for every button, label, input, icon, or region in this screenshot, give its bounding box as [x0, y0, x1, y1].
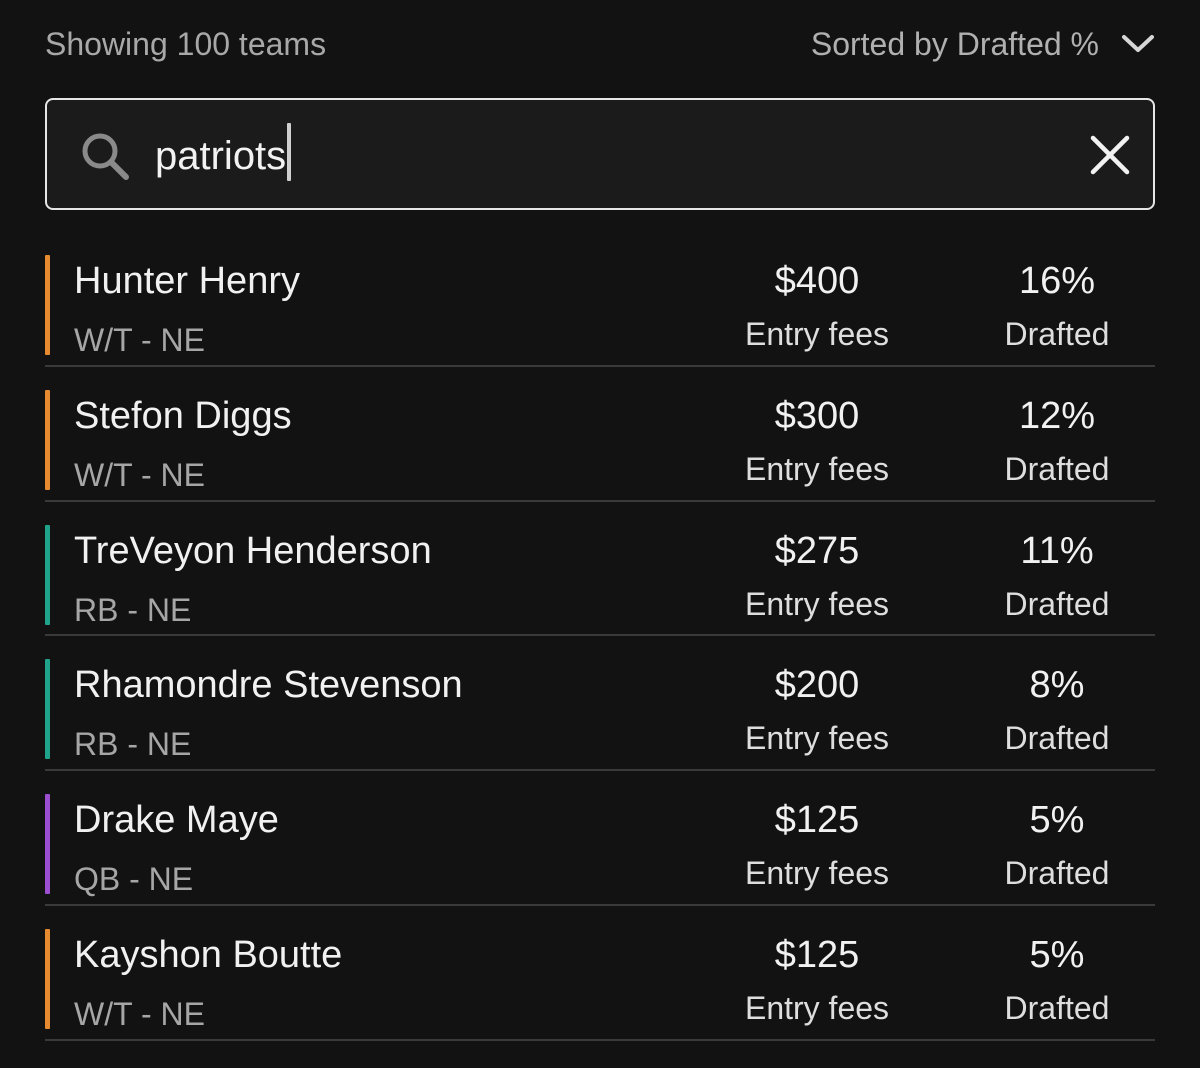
player-name: Drake Maye: [74, 799, 279, 842]
drafted-percent-label: Drafted: [1004, 720, 1110, 757]
position-color-bar: [45, 794, 50, 895]
results-header: Showing 100 teams Sorted by Drafted %: [45, 22, 1155, 66]
drafted-percent-value: 5%: [1029, 799, 1085, 842]
position-color-bar: [45, 255, 50, 355]
entry-fee-label: Entry fees: [744, 989, 890, 1026]
player-position-team: RB - NE: [74, 591, 192, 628]
clear-search-icon[interactable]: [1089, 134, 1131, 176]
player-row[interactable]: Hunter Henry W/T - NE $400 Entry fees 16…: [45, 232, 1155, 367]
drafted-percent-label: Drafted: [1004, 585, 1110, 622]
drafted-percent-label: Drafted: [1004, 316, 1110, 352]
drafted-percent-value: 12%: [1018, 394, 1096, 437]
player-row[interactable]: TreVeyon Henderson RB - NE $275 Entry fe…: [45, 502, 1155, 637]
entry-fee-value: $200: [774, 664, 860, 707]
player-position-team: W/T - NE: [74, 995, 205, 1032]
player-row[interactable]: Stefon Diggs W/T - NE $300 Entry fees 12…: [45, 367, 1155, 502]
player-row[interactable]: Kayshon Boutte W/T - NE $125 Entry fees …: [45, 906, 1155, 1041]
entry-fee-label: Entry fees: [744, 450, 890, 487]
drafted-percent-value: 11%: [1020, 529, 1094, 572]
page: Showing 100 teams Sorted by Drafted % Hu…: [0, 0, 1200, 1068]
entry-fee-value: $125: [774, 799, 860, 842]
results-count: Showing 100 teams: [45, 25, 327, 62]
drafted-percent-label: Drafted: [1004, 855, 1110, 892]
search-box: [45, 98, 1155, 210]
player-list: Hunter Henry W/T - NE $400 Entry fees 16…: [45, 232, 1155, 1041]
player-position-team: W/T - NE: [74, 456, 205, 493]
player-position-team: W/T - NE: [74, 322, 205, 358]
sort-label: Sorted by Drafted %: [810, 25, 1099, 62]
drafted-percent-label: Drafted: [1004, 450, 1110, 487]
drafted-percent-value: 16%: [1018, 260, 1096, 302]
player-name: TreVeyon Henderson: [74, 529, 432, 572]
player-name: Hunter Henry: [74, 260, 300, 302]
chevron-down-icon: [1122, 35, 1154, 52]
text-cursor: [287, 123, 291, 181]
entry-fee-value: $300: [774, 394, 860, 437]
player-position-team: QB - NE: [74, 861, 194, 898]
entry-fee-label: Entry fees: [744, 720, 890, 757]
player-row[interactable]: Drake Maye QB - NE $125 Entry fees 5% Dr…: [45, 771, 1155, 906]
player-row[interactable]: Rhamondre Stevenson RB - NE $200 Entry f…: [45, 636, 1155, 772]
entry-fee-label: Entry fees: [744, 585, 890, 622]
drafted-percent-value: 5%: [1029, 933, 1085, 976]
entry-fee-value: $275: [774, 529, 860, 572]
player-position-team: RB - NE: [74, 726, 192, 763]
position-color-bar: [45, 928, 50, 1029]
sort-dropdown[interactable]: Sorted by Drafted %: [811, 26, 1155, 63]
entry-fee-value: $400: [774, 260, 860, 302]
player-name: Stefon Diggs: [74, 394, 292, 437]
entry-fee-label: Entry fees: [744, 316, 890, 352]
position-color-bar: [45, 389, 50, 490]
entry-fee-value: $125: [774, 933, 860, 976]
player-name: Rhamondre Stevenson: [74, 664, 463, 707]
search-icon: [82, 133, 129, 180]
drafted-percent-label: Drafted: [1004, 989, 1110, 1026]
drafted-percent-value: 8%: [1029, 664, 1085, 707]
player-name: Kayshon Boutte: [74, 933, 343, 976]
position-color-bar: [45, 659, 50, 760]
entry-fee-label: Entry fees: [744, 855, 890, 892]
position-color-bar: [45, 524, 50, 625]
